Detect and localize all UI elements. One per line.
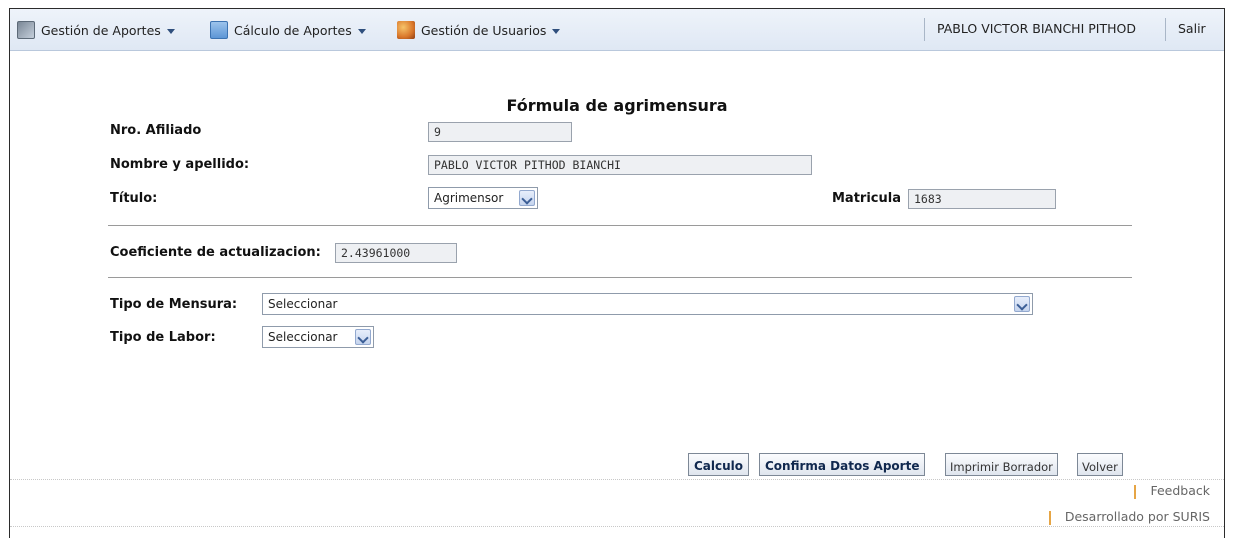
- tipo-labor-label: Tipo de Labor:: [110, 330, 216, 345]
- chevron-down-icon[interactable]: [519, 190, 535, 206]
- tipo-labor-select-value: Seleccionar: [268, 330, 338, 344]
- menu-calculo-aportes[interactable]: Cálculo de Aportes: [210, 21, 366, 39]
- chevron-down-icon: [357, 28, 366, 34]
- titulo-label: Título:: [110, 191, 158, 206]
- menu-calculo-aportes-label: Cálculo de Aportes: [234, 22, 352, 38]
- divider: [108, 277, 1132, 278]
- divider: [108, 225, 1132, 226]
- app-window: Gestión de Aportes Cálculo de Aportes Ge…: [9, 8, 1225, 538]
- afiliado-field[interactable]: 9: [428, 122, 572, 142]
- feedback-label: Feedback: [1150, 483, 1210, 498]
- tipo-labor-select[interactable]: Seleccionar: [262, 326, 374, 348]
- afiliado-label: Nro. Afiliado: [110, 123, 202, 138]
- logout-link[interactable]: Salir: [1178, 21, 1206, 36]
- credits-label: Desarrollado por SURIS: [1064, 509, 1210, 524]
- footer-accent-bar: [1048, 510, 1051, 525]
- tipo-mensura-label: Tipo de Mensura:: [110, 297, 238, 312]
- chevron-down-icon[interactable]: [355, 329, 371, 345]
- chevron-down-icon[interactable]: [1014, 296, 1030, 312]
- footer-divider: [10, 479, 1224, 481]
- top-menu-bar: Gestión de Aportes Cálculo de Aportes Ge…: [10, 9, 1224, 51]
- titulo-select[interactable]: Agrimensor: [428, 187, 538, 209]
- imprimir-borrador-button[interactable]: Imprimir Borrador: [945, 453, 1058, 476]
- footer-accent-bar: [1134, 484, 1137, 499]
- credits-link[interactable]: Desarrollado por SURIS: [1048, 509, 1210, 525]
- calculo-button[interactable]: Calculo: [688, 453, 750, 476]
- current-user-name: PABLO VICTOR BIANCHI PITHOD: [937, 21, 1136, 36]
- users-icon: [397, 21, 415, 39]
- folder-icon: [17, 21, 35, 39]
- main-content: Fórmula de agrimensura Nro. Afiliado 9 N…: [10, 51, 1224, 476]
- menu-gestion-aportes[interactable]: Gestión de Aportes: [17, 21, 175, 39]
- menu-gestion-usuarios[interactable]: Gestión de Usuarios: [397, 21, 561, 39]
- nombre-field[interactable]: PABLO VICTOR PITHOD BIANCHI: [428, 155, 812, 175]
- chevron-down-icon: [552, 28, 561, 34]
- confirma-datos-aporte-button[interactable]: Confirma Datos Aporte: [759, 453, 926, 476]
- matricula-field[interactable]: 1683: [908, 189, 1056, 209]
- chevron-down-icon: [166, 28, 175, 34]
- tipo-mensura-select-value: Seleccionar: [268, 297, 338, 311]
- coeficiente-field[interactable]: 2.43961000: [335, 243, 457, 263]
- calculator-icon: [210, 21, 228, 39]
- matricula-label: Matricula: [832, 191, 901, 206]
- page-title: Fórmula de agrimensura: [506, 96, 728, 115]
- tipo-mensura-select[interactable]: Seleccionar: [262, 293, 1033, 315]
- nombre-label: Nombre y apellido:: [110, 157, 250, 172]
- titulo-select-value: Agrimensor: [434, 191, 504, 205]
- footer-divider: [10, 526, 1224, 528]
- coeficiente-label: Coeficiente de actualizacion:: [110, 245, 321, 260]
- menu-separator: [1165, 18, 1166, 41]
- feedback-link[interactable]: Feedback: [1134, 483, 1210, 499]
- menu-gestion-usuarios-label: Gestión de Usuarios: [421, 22, 547, 38]
- menu-gestion-aportes-label: Gestión de Aportes: [41, 22, 161, 38]
- volver-button[interactable]: Volver: [1077, 453, 1123, 476]
- menu-separator: [924, 18, 925, 41]
